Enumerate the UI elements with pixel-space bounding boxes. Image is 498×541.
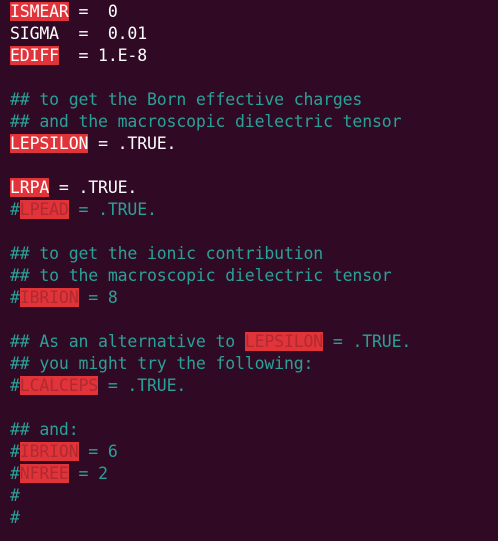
value-lpead: = .TRUE. <box>68 200 157 219</box>
value-ibrion: = 8 <box>78 288 118 307</box>
comment-line: # <box>10 508 20 527</box>
incar-line-nfree-commented: #NFREE = 2 <box>10 463 498 485</box>
incar-line-ibrion-8-commented: #IBRION = 8 <box>10 287 498 309</box>
keyword-ediff: EDIFF <box>10 46 59 65</box>
incar-line-lpead-commented: #LPEAD = .TRUE. <box>10 199 498 221</box>
incar-line-ibrion-6-commented: #IBRION = 6 <box>10 441 498 463</box>
comment-line: ## to get the ionic contribution <box>10 244 324 263</box>
keyword-ibrion: IBRION <box>19 288 79 307</box>
value-ediff: = 1.E-8 <box>58 46 147 65</box>
keyword-ismear: ISMEAR <box>10 2 69 21</box>
keyword-lpead: LPEAD <box>19 200 69 219</box>
incar-line-lcalceps-commented: #LCALCEPS = .TRUE. <box>10 375 498 397</box>
comment-line: ## and the macroscopic dielectric tensor <box>10 112 402 131</box>
value-lrpa: = .TRUE. <box>49 178 138 197</box>
comment-text: = .TRUE. <box>323 332 412 351</box>
comment-line-alternative: ## As an alternative to LEPSILON = .TRUE… <box>10 331 498 353</box>
comment-text: ## As an alternative to <box>10 332 245 351</box>
value-nfree: = 2 <box>68 464 109 483</box>
incar-line-lrpa: LRPA = .TRUE. <box>10 177 498 199</box>
keyword-nfree: NFREE <box>19 464 69 483</box>
comment-hash: # <box>10 464 20 483</box>
keyword-ibrion: IBRION <box>19 442 79 461</box>
value-ibrion: = 6 <box>78 442 118 461</box>
value-sigma: = 0.01 <box>58 24 147 43</box>
keyword-lepsilon-in-comment: LEPSILON <box>244 332 324 351</box>
comment-line: ## to get the Born effective charges <box>10 90 363 109</box>
comment-hash: # <box>10 288 20 307</box>
comment-line: # <box>10 486 20 505</box>
comment-line: ## to the macroscopic dielectric tensor <box>10 266 392 285</box>
keyword-sigma: SIGMA <box>10 24 59 43</box>
incar-line-lepsilon: LEPSILON = .TRUE. <box>10 133 498 155</box>
incar-line-ediff: EDIFF = 1.E-8 <box>10 45 498 67</box>
value-lepsilon: = .TRUE. <box>88 134 177 153</box>
incar-line-ismear: ISMEAR = 0 <box>10 1 498 23</box>
comment-hash: # <box>10 442 20 461</box>
incar-line-sigma: SIGMA = 0.01 <box>10 23 498 45</box>
keyword-lepsilon: LEPSILON <box>10 134 89 153</box>
comment-hash: # <box>10 376 20 395</box>
comment-hash: # <box>10 200 20 219</box>
keyword-lrpa: LRPA <box>10 178 50 197</box>
value-ismear: = 0 <box>68 2 118 21</box>
keyword-lcalceps: LCALCEPS <box>19 376 99 395</box>
comment-line: ## you might try the following: <box>10 354 314 373</box>
terminal-editor[interactable]: ISMEAR = 0 SIGMA = 0.01 EDIFF = 1.E-8 ##… <box>0 0 498 541</box>
comment-line: ## and: <box>10 420 79 439</box>
value-lcalceps: = .TRUE. <box>98 376 187 395</box>
